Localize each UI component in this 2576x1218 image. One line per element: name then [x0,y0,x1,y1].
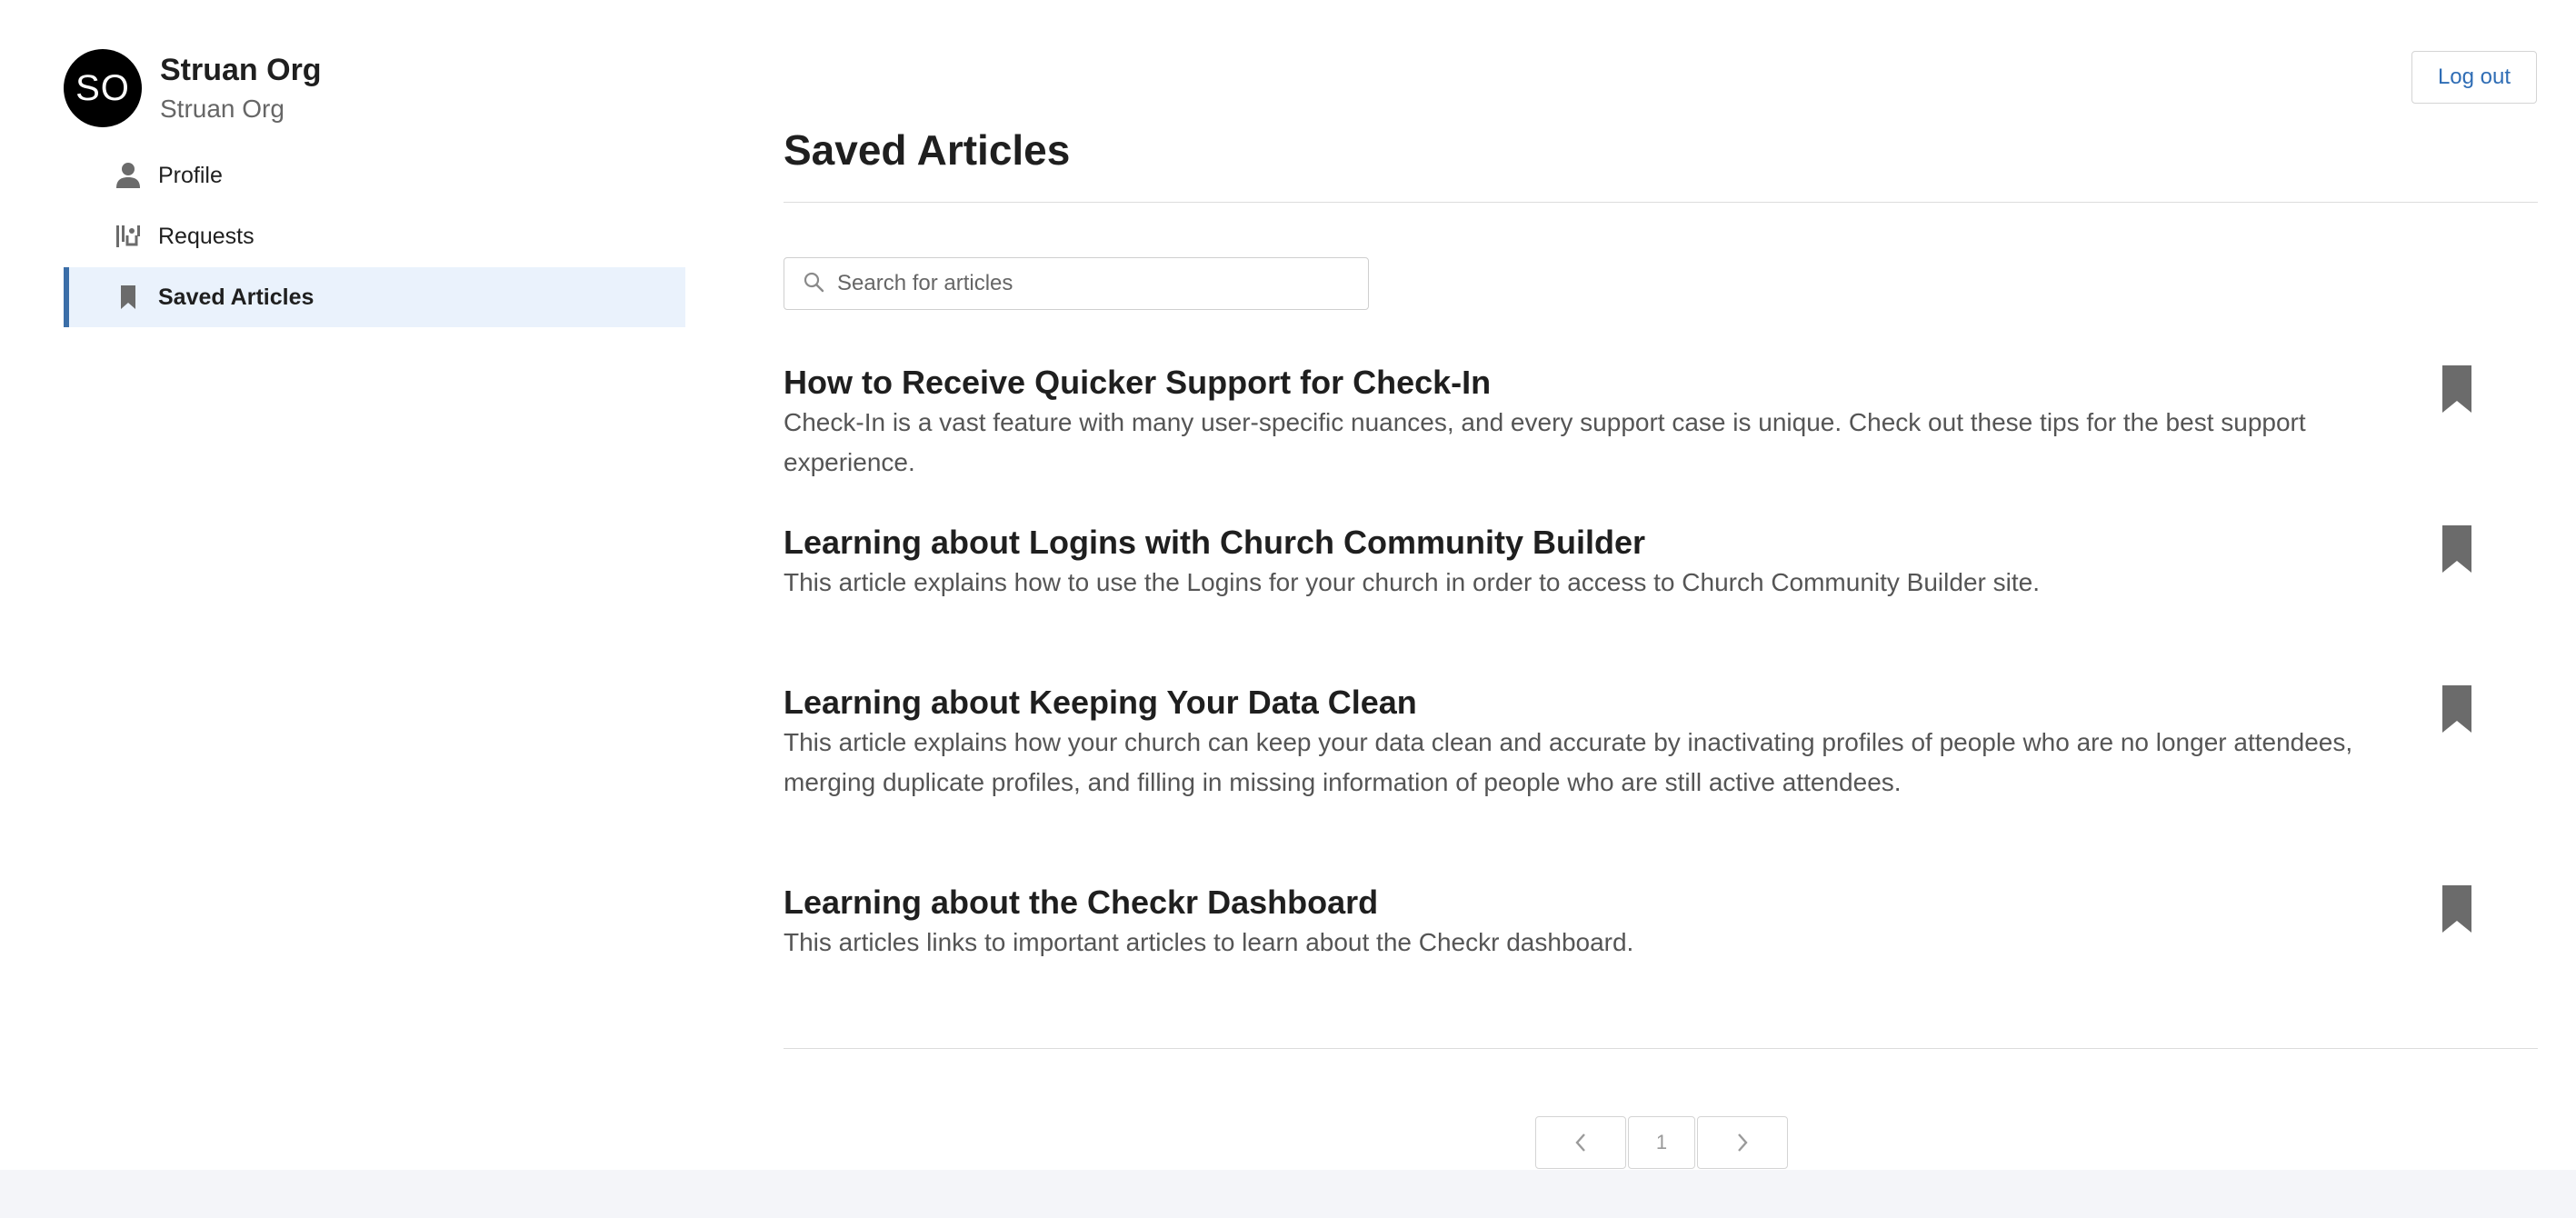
article-title-link[interactable]: Learning about Logins with Church Commun… [784,523,2392,563]
bookmark-icon[interactable] [2441,364,2472,414]
list-item: How to Receive Quicker Support for Check… [784,363,2538,523]
divider [784,202,2538,203]
sidebar-item-requests[interactable]: Requests [64,206,685,266]
page-title: Saved Articles [784,126,1071,174]
article-list: How to Receive Quicker Support for Check… [784,363,2538,1010]
search-box[interactable] [784,257,1369,310]
list-item: Learning about the Checkr Dashboard This… [784,883,2538,1010]
bookmark-icon[interactable] [2441,884,2472,933]
sidebar: SO Struan Org Struan Org Profile Request… [64,49,685,328]
chevron-left-icon [1575,1133,1585,1152]
sidebar-item-saved-articles[interactable]: Saved Articles [64,267,685,327]
next-page-button[interactable] [1697,1116,1788,1169]
list-item: Learning about Keeping Your Data Clean T… [784,683,2538,883]
logout-button[interactable]: Log out [2411,51,2537,104]
article-title-link[interactable]: Learning about the Checkr Dashboard [784,883,2392,923]
user-org: Struan Org [160,95,285,123]
article-description: Check-In is a vast feature with many use… [784,408,2306,476]
previous-page-button[interactable] [1535,1116,1626,1169]
chevron-right-icon [1738,1133,1748,1152]
search-input[interactable] [837,271,1346,296]
sidebar-item-label: Saved Articles [158,284,315,310]
avatar: SO [64,49,142,127]
sidebar-item-label: Profile [158,162,223,188]
search-icon [803,271,824,297]
article-description: This articles links to important article… [784,928,1634,956]
user-name: Struan Org [160,53,322,87]
article-title-link[interactable]: How to Receive Quicker Support for Check… [784,363,2392,403]
bookmark-icon[interactable] [2441,684,2472,734]
article-description: This article explains how to use the Log… [784,568,2040,596]
user-block: SO Struan Org Struan Org [64,49,685,127]
article-title-link[interactable]: Learning about Keeping Your Data Clean [784,683,2392,723]
main-content: Saved Articles How to Receive Quicker Su… [784,118,2538,1049]
person-icon [115,162,142,189]
list-item: Learning about Logins with Church Commun… [784,523,2538,683]
sidebar-nav: Profile Requests Saved Articles [64,145,685,327]
pagination: 1 [1535,1116,1788,1169]
sidebar-item-profile[interactable]: Profile [64,145,685,205]
article-description: This article explains how your church ca… [784,728,2353,796]
requests-icon [115,223,142,250]
page: SO Struan Org Struan Org Profile Request… [0,0,2576,1218]
divider [784,1048,2538,1049]
bookmark-icon [115,284,142,311]
footer [0,1170,2576,1218]
bookmark-icon[interactable] [2441,524,2472,574]
user-text: Struan Org Struan Org [160,50,322,126]
sidebar-item-label: Requests [158,223,255,249]
page-number-button[interactable]: 1 [1628,1116,1695,1169]
